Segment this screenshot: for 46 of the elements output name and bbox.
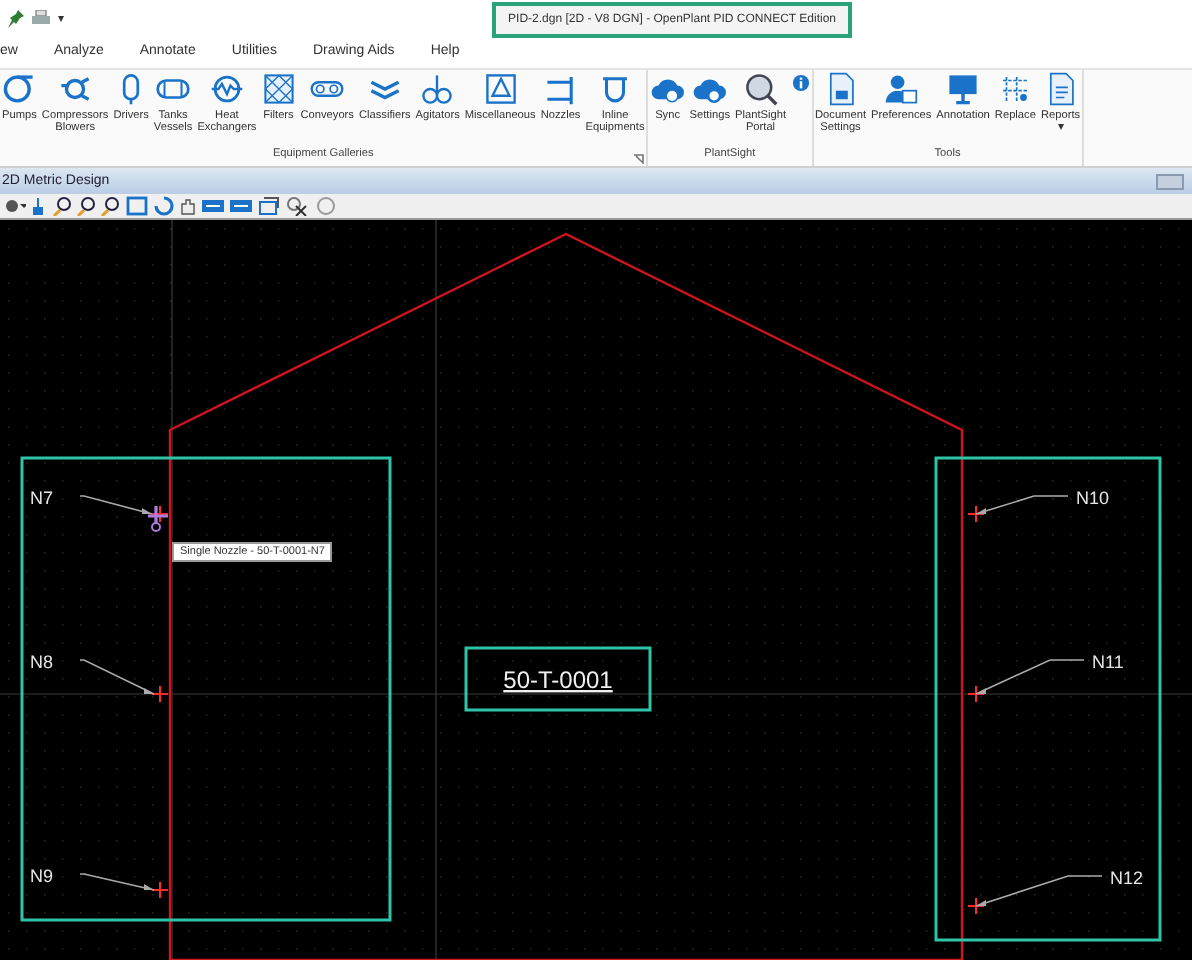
view-attributes-icon[interactable] (4, 196, 26, 216)
printer-icon[interactable] (32, 10, 50, 26)
nozzle-label: N8 (30, 652, 54, 672)
nozzle-mark (967, 505, 985, 523)
node-grid-icon (998, 72, 1033, 106)
nozzle-mark (151, 685, 169, 703)
nozzle-mark (151, 881, 169, 899)
nozzle-icon (543, 72, 578, 106)
monitor-icon (946, 72, 981, 106)
leader-line (79, 873, 155, 891)
leader-line (975, 875, 1103, 907)
nozzle-label: N9 (30, 866, 54, 886)
rotate-icon[interactable] (152, 196, 174, 216)
info-icon[interactable] (791, 74, 809, 92)
nozzle-label: N7 (30, 488, 54, 508)
leader-line (975, 659, 1085, 695)
fit-view-icon[interactable] (124, 196, 150, 216)
previous-view-icon[interactable] (200, 196, 226, 216)
nozzle-mark (967, 897, 985, 915)
zoom-out-icon[interactable] (76, 196, 98, 216)
dialog-launcher-icon[interactable] (634, 154, 645, 164)
pin-icon[interactable] (8, 9, 24, 27)
copy-view-icon[interactable] (256, 196, 282, 216)
next-view-icon[interactable] (228, 196, 254, 216)
leader-line (79, 495, 153, 515)
triangle-in-square-icon (483, 72, 518, 106)
pump-icon (2, 72, 37, 106)
crosshair-cursor-icon (146, 504, 170, 532)
compressor-icon (58, 72, 93, 106)
filter-icon (261, 72, 296, 106)
nozzle-label: N12 (1110, 868, 1144, 888)
pan-hand-icon[interactable] (176, 196, 198, 216)
magnifier-icon (743, 72, 778, 106)
agitator-icon (420, 72, 455, 106)
nozzle-label: N10 (1076, 488, 1110, 508)
nozzle-mark (967, 685, 985, 703)
heat-exchanger-icon (209, 72, 244, 106)
window-area-icon[interactable] (100, 196, 122, 216)
clip-volume-icon[interactable] (284, 196, 310, 216)
zoom-in-icon[interactable] (52, 196, 74, 216)
nozzle-mark (151, 505, 169, 523)
nozzle-label: N11 (1092, 652, 1124, 672)
equipment-tag: 50-T-0001 (503, 666, 613, 694)
leader-line (79, 659, 155, 695)
u-shaped-vessel-icon (598, 72, 632, 106)
leader-line (975, 495, 1069, 515)
